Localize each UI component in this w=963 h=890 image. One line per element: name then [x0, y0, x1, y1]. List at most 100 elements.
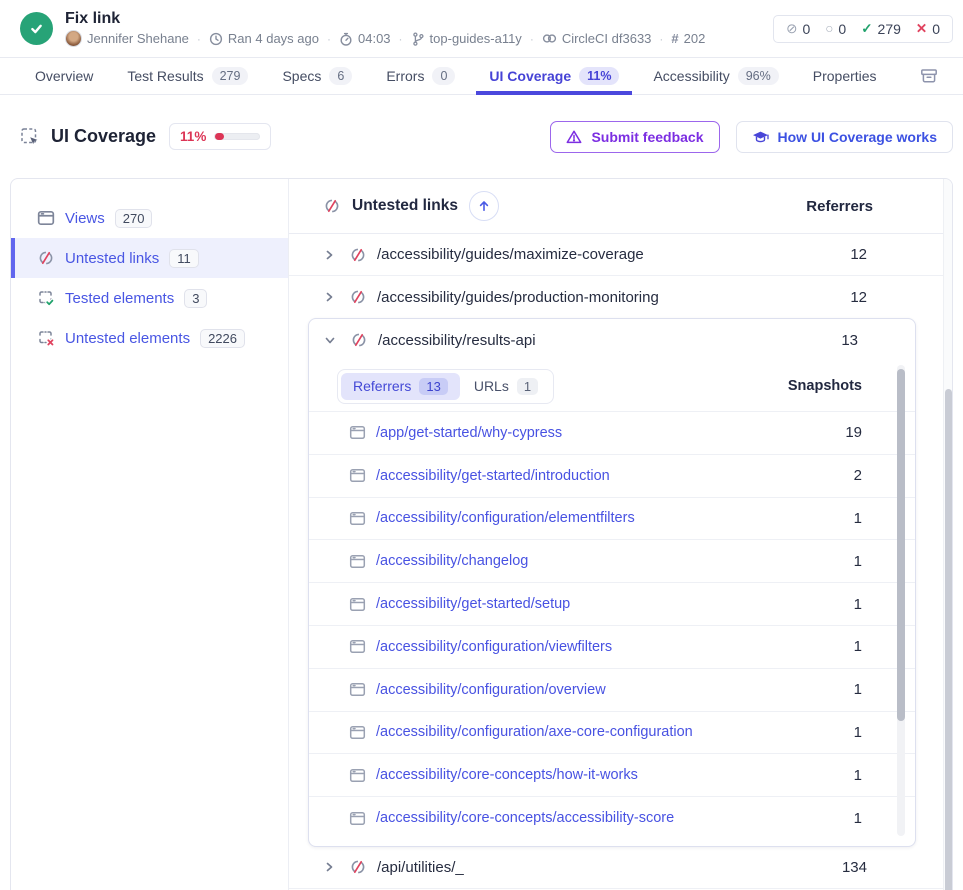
- tab-test-results[interactable]: Test Results 279: [127, 58, 248, 95]
- referrer-row[interactable]: /accessibility/core-concepts/how-it-work…: [309, 753, 915, 796]
- tab-errors[interactable]: Errors 0: [386, 58, 455, 95]
- window-icon: [349, 510, 366, 527]
- skipped-count: ⊘0: [786, 21, 810, 37]
- graduation-cap-icon: [752, 129, 769, 145]
- coverage-score-pill: 11%: [169, 123, 271, 150]
- link-path: /accessibility/guides/production-monitor…: [377, 289, 659, 306]
- referrer-path: /accessibility/configuration/axe-core-co…: [376, 724, 693, 740]
- inner-scrollbar[interactable]: [897, 365, 905, 836]
- tested-elements-icon: [37, 289, 55, 307]
- tab-accessibility[interactable]: Accessibility 96%: [653, 58, 778, 95]
- coverage-score-bar: [214, 133, 260, 140]
- referrer-count: 134: [842, 859, 867, 876]
- run-title: Fix link: [65, 10, 705, 28]
- referrer-path: /app/get-started/why-cypress: [376, 425, 562, 441]
- tab-urls[interactable]: URLs 1: [462, 373, 550, 400]
- referrers-urls-segmented-control: Referrers 13 URLs 1: [337, 369, 554, 404]
- sidebar-item-untested-links[interactable]: Untested links 11: [11, 238, 288, 278]
- run-ci-link[interactable]: CircleCI df3633: [542, 31, 652, 46]
- referrer-row[interactable]: /accessibility/configuration/axe-core-co…: [309, 711, 915, 754]
- referrer-count: 13: [841, 332, 858, 349]
- ui-coverage-panel: Views 270 Untested links 11 Tested eleme…: [10, 178, 953, 890]
- pending-count: ○0: [825, 21, 846, 37]
- run-header: Fix link Jennifer Shehane · Ran 4 days a…: [0, 0, 963, 58]
- referrer-row[interactable]: /accessibility/configuration/elementfilt…: [309, 497, 915, 540]
- passed-count: ✓279: [861, 21, 901, 37]
- outer-scrollbar-thumb[interactable]: [945, 389, 952, 890]
- untested-links-icon: [37, 249, 55, 267]
- referrer-path: /accessibility/get-started/introduction: [376, 468, 610, 484]
- submit-feedback-button[interactable]: Submit feedback: [550, 121, 719, 153]
- broken-link-icon: [349, 288, 367, 306]
- untested-link-row[interactable]: /accessibility/guides/production-monitor…: [289, 276, 943, 318]
- referrer-path: /accessibility/changelog: [376, 553, 528, 569]
- passed-status-icon: [20, 12, 53, 45]
- window-icon: [349, 553, 366, 570]
- x-icon: ✕: [916, 22, 927, 36]
- broken-link-icon: [349, 246, 367, 264]
- ci-link-icon: [542, 32, 557, 45]
- run-branch: top-guides-a11y: [411, 31, 522, 46]
- arrow-up-icon: [477, 199, 491, 213]
- check-icon: ✓: [861, 22, 872, 36]
- skipped-icon: ⊘: [786, 22, 797, 36]
- clock-icon: [209, 32, 223, 46]
- window-icon: [349, 810, 366, 827]
- outer-scrollbar[interactable]: [943, 179, 952, 890]
- referrer-count: 12: [850, 246, 867, 263]
- window-icon: [349, 467, 366, 484]
- snapshot-count: 19: [845, 424, 862, 441]
- referrer-row[interactable]: /accessibility/core-concepts/accessibili…: [309, 796, 915, 839]
- chevron-down-icon[interactable]: [324, 334, 336, 346]
- views-icon: [37, 209, 55, 227]
- referrer-path: /accessibility/configuration/viewfilters: [376, 639, 612, 655]
- referrer-row[interactable]: /app/get-started/why-cypress 19: [309, 411, 915, 454]
- window-icon: [349, 681, 366, 698]
- referrer-count: 12: [850, 289, 867, 306]
- run-author: Jennifer Shehane: [65, 30, 189, 47]
- tab-ui-coverage[interactable]: UI Coverage 11%: [489, 58, 619, 95]
- window-icon: [349, 424, 366, 441]
- untested-links-panel: Untested links Referrers /accessibility/…: [289, 179, 943, 890]
- run-tabbar: Overview Test Results 279 Specs 6 Errors…: [0, 58, 963, 95]
- referrers-column-header: Referrers: [806, 198, 873, 215]
- ui-coverage-icon: [20, 127, 40, 147]
- chevron-right-icon[interactable]: [323, 291, 335, 303]
- tab-properties[interactable]: Properties: [813, 58, 877, 95]
- how-ui-coverage-works-button[interactable]: How UI Coverage works: [736, 121, 954, 153]
- untested-link-row[interactable]: /api/utilities/_ 134: [289, 847, 943, 889]
- snapshot-count: 1: [854, 596, 862, 613]
- broken-link-icon: [350, 331, 368, 349]
- run-duration: 04:03: [339, 31, 391, 46]
- sidebar-item-views[interactable]: Views 270: [11, 198, 288, 238]
- snapshot-count: 1: [854, 681, 862, 698]
- referrer-row[interactable]: /accessibility/configuration/overview 1: [309, 668, 915, 711]
- untested-link-row-expanded[interactable]: /accessibility/results-api 13: [309, 319, 915, 361]
- tab-overview[interactable]: Overview: [35, 58, 93, 95]
- referrer-row[interactable]: /accessibility/configuration/viewfilters…: [309, 625, 915, 668]
- referrer-row[interactable]: /accessibility/get-started/introduction …: [309, 454, 915, 497]
- snapshot-count: 1: [854, 810, 862, 827]
- tab-referrers[interactable]: Referrers 13: [341, 373, 460, 400]
- sort-ascending-button[interactable]: [469, 191, 499, 221]
- chevron-right-icon[interactable]: [323, 249, 335, 261]
- broken-link-icon: [323, 197, 341, 215]
- window-icon: [349, 767, 366, 784]
- sidebar-item-untested-elements[interactable]: Untested elements 2226: [11, 318, 288, 358]
- referrer-row[interactable]: /accessibility/get-started/setup 1: [309, 582, 915, 625]
- sidebar-item-tested-elements[interactable]: Tested elements 3: [11, 278, 288, 318]
- archive-icon[interactable]: [919, 66, 939, 86]
- chevron-right-icon[interactable]: [323, 861, 335, 873]
- window-icon: [349, 724, 366, 741]
- tab-specs[interactable]: Specs 6: [282, 58, 352, 95]
- untested-link-row[interactable]: /accessibility/guides/maximize-coverage …: [289, 234, 943, 276]
- stopwatch-icon: [339, 32, 353, 46]
- failed-count: ✕0: [916, 21, 940, 37]
- git-branch-icon: [411, 32, 425, 46]
- referrer-row[interactable]: /accessibility/changelog 1: [309, 539, 915, 582]
- untested-elements-icon: [37, 329, 55, 347]
- window-icon: [349, 596, 366, 613]
- test-result-counts: ⊘0 ○0 ✓279 ✕0: [773, 15, 953, 43]
- snapshot-count: 1: [854, 553, 862, 570]
- inner-scrollbar-thumb[interactable]: [897, 369, 905, 721]
